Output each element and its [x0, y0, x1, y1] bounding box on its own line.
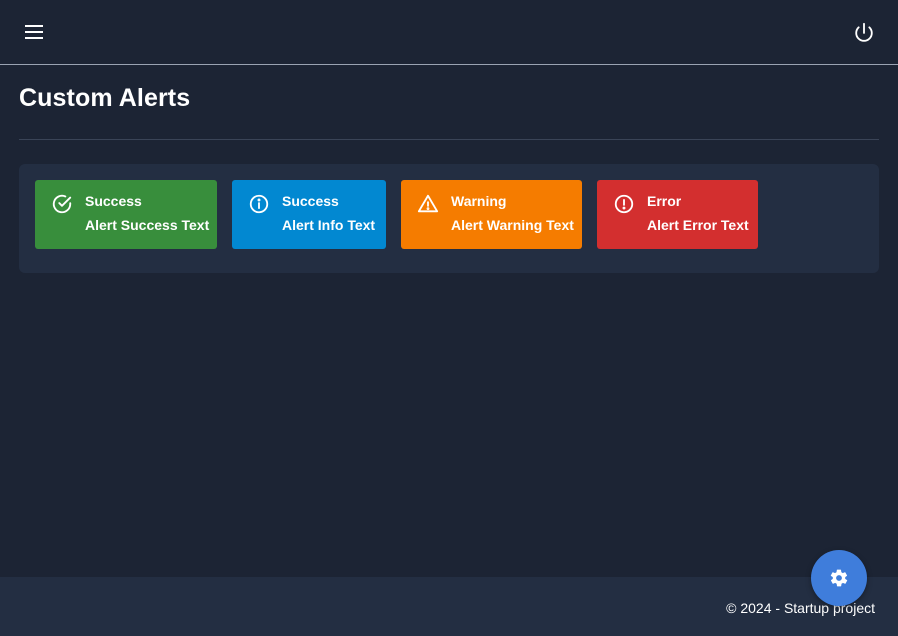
- title-divider: [19, 139, 879, 140]
- alert-title: Warning: [451, 193, 507, 209]
- top-bar: [0, 0, 898, 65]
- alert-warning: Warning Alert Warning Text: [401, 180, 582, 249]
- alert-text: Alert Info Text: [282, 217, 376, 233]
- warning-triangle-icon: [417, 194, 439, 213]
- page-title: Custom Alerts: [19, 84, 191, 112]
- alert-success: Success Alert Success Text: [35, 180, 217, 249]
- hamburger-menu-icon: [25, 25, 43, 39]
- alert-text: Alert Success Text: [85, 217, 210, 233]
- check-circle-icon: [52, 194, 72, 214]
- alert-error: Error Alert Error Text: [597, 180, 758, 249]
- gear-icon: [830, 569, 848, 587]
- alert-text: Alert Error Text: [647, 217, 749, 233]
- power-icon: [855, 22, 873, 42]
- alert-title: Error: [647, 193, 682, 209]
- footer: © 2024 - Startup project: [0, 577, 898, 636]
- power-button[interactable]: [851, 20, 877, 46]
- settings-fab-button[interactable]: [811, 550, 867, 606]
- alert-title: Success: [85, 193, 142, 209]
- menu-button[interactable]: [22, 22, 46, 42]
- info-circle-icon: [249, 194, 269, 214]
- alert-info: Success Alert Info Text: [232, 180, 386, 249]
- error-circle-icon: [614, 194, 634, 214]
- alert-text: Alert Warning Text: [451, 217, 574, 233]
- alert-title: Success: [282, 193, 339, 209]
- alerts-panel: Success Alert Success Text Success Alert…: [19, 164, 879, 273]
